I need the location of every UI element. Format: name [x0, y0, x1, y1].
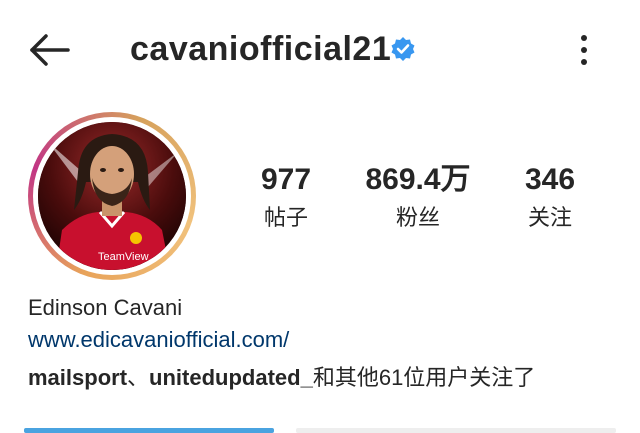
avatar-caption: TeamView [98, 251, 149, 263]
more-options-button[interactable] [570, 30, 598, 70]
following-count: 346 [524, 163, 576, 196]
followed-by-suffix: 和其他61位用户关注了 [312, 365, 536, 390]
profile-photo: TeamView [38, 122, 186, 270]
avatar[interactable]: TeamView [38, 122, 186, 270]
posts-count: 977 [260, 163, 312, 196]
followed-by-user-1[interactable]: mailsport [28, 365, 127, 390]
following-label: 关注 [527, 205, 572, 230]
more-vertical-icon [581, 35, 587, 65]
posts-stat[interactable]: 977 帖子 [216, 160, 356, 234]
profile-full-name: Edinson Cavani [28, 295, 183, 320]
profile-username: cavaniofficial21 [130, 30, 392, 68]
verified-badge-icon [390, 36, 416, 62]
message-button-edge[interactable] [296, 428, 616, 433]
followers-count: 869.4万 [365, 163, 471, 196]
back-button[interactable] [28, 32, 72, 68]
posts-label: 帖子 [263, 205, 308, 230]
followed-by-separator: 、 [127, 365, 150, 390]
followers-stat[interactable]: 869.4万 粉丝 [348, 160, 488, 234]
avatar-border: TeamView [33, 117, 191, 275]
story-ring[interactable]: TeamView [28, 112, 196, 280]
profile-header: cavaniofficial21 [0, 0, 640, 100]
followed-by-text[interactable]: mailsport、unitedupdated_和其他61位用户关注了 [28, 360, 535, 392]
profile-website-link[interactable]: www.edicavaniofficial.com/ [28, 327, 289, 353]
followed-by-user-2[interactable]: unitedupdated_ [149, 365, 313, 390]
arrow-left-icon [30, 34, 70, 66]
followers-label: 粉丝 [395, 205, 440, 230]
follow-button-edge[interactable] [24, 428, 274, 433]
following-stat[interactable]: 346 关注 [480, 160, 620, 234]
